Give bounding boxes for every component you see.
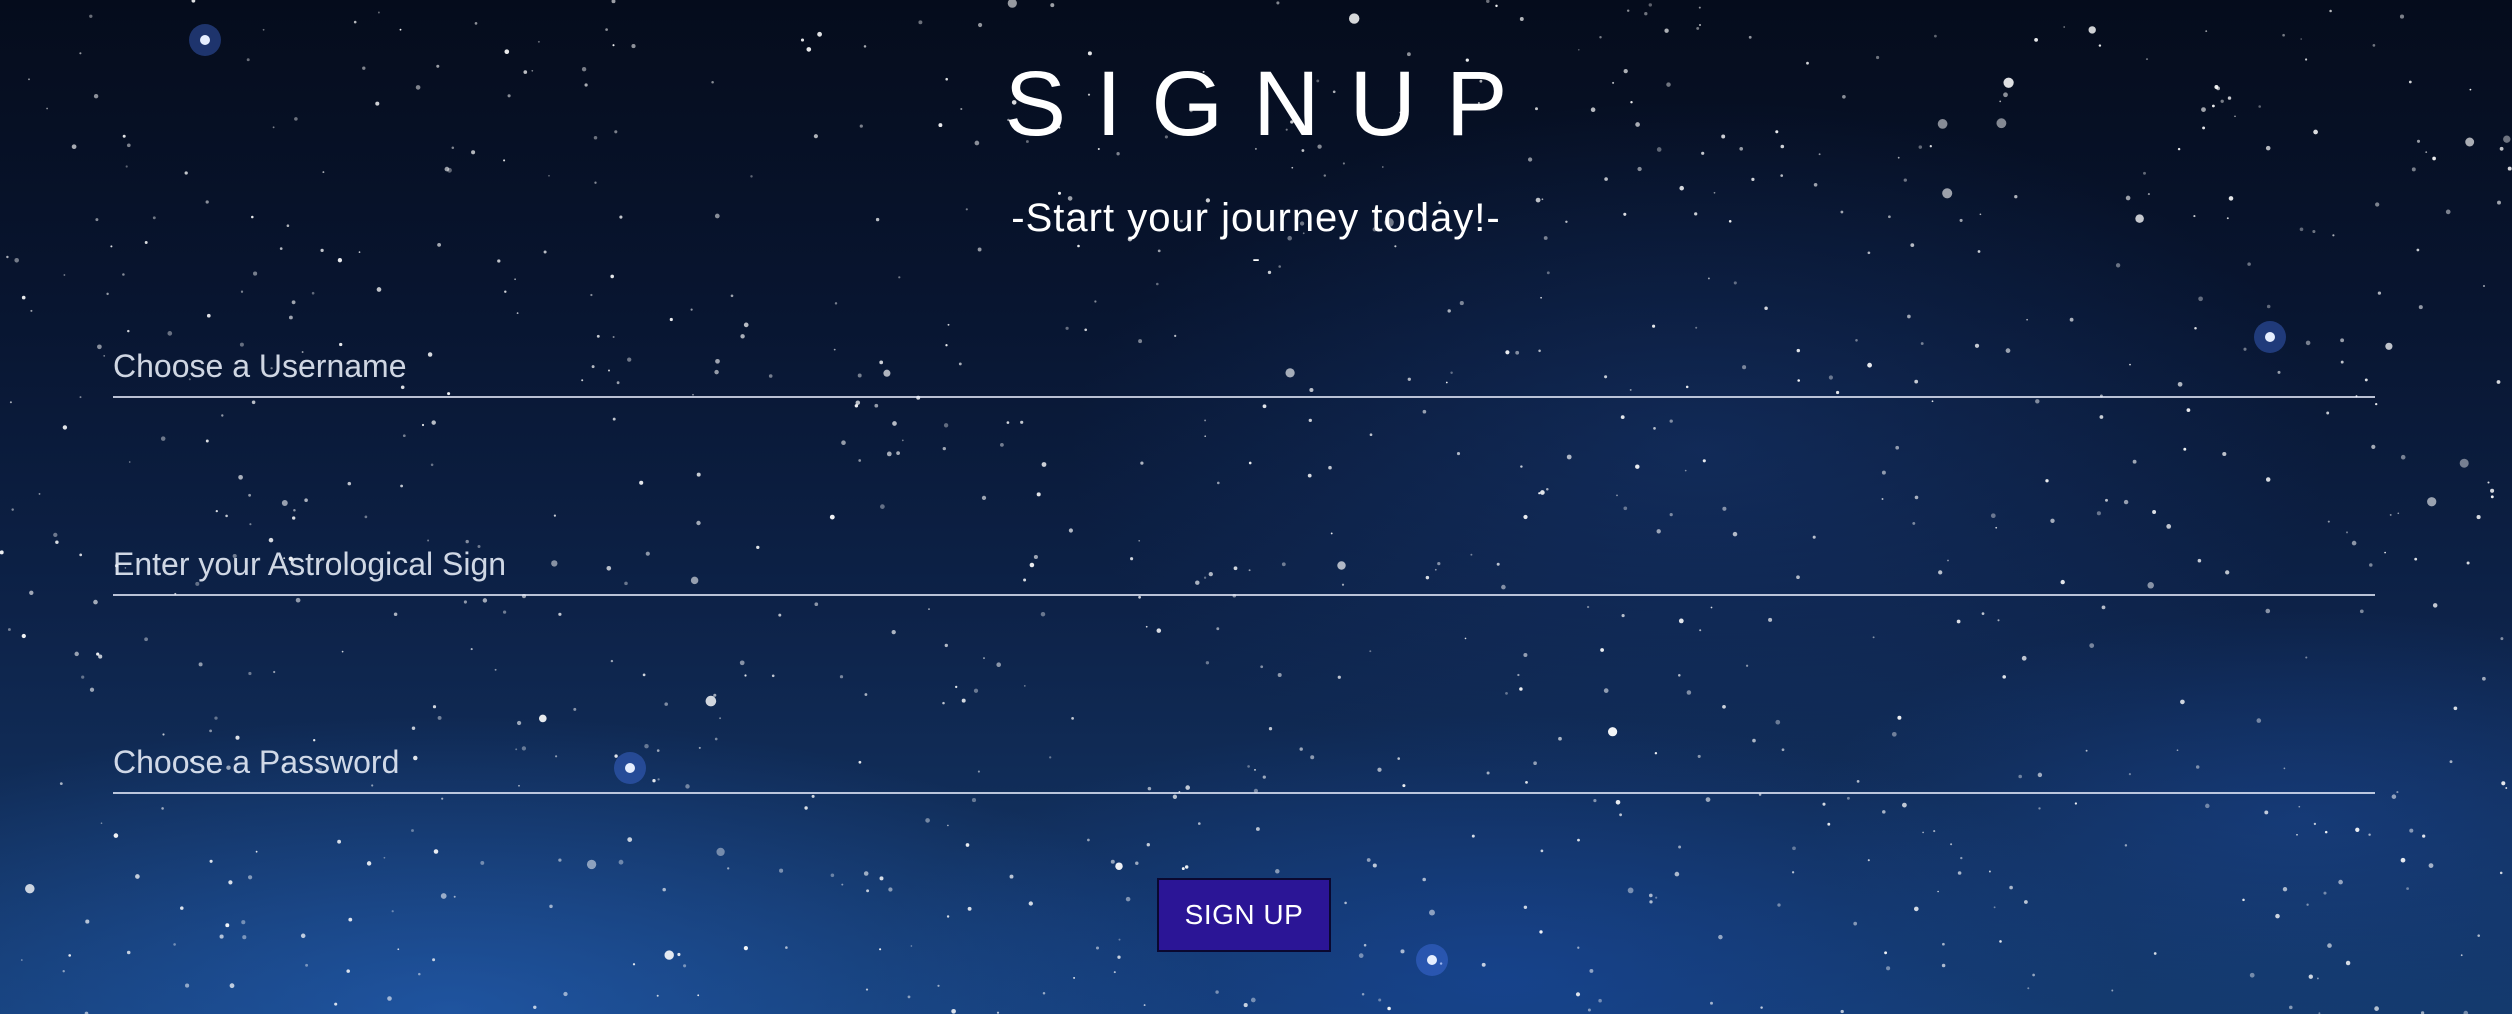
page-title: SIGNUP bbox=[1004, 53, 1538, 155]
password-field-container bbox=[113, 732, 2375, 794]
username-input[interactable] bbox=[113, 336, 2375, 396]
astrological-sign-input[interactable] bbox=[113, 534, 2375, 594]
username-field-container bbox=[113, 336, 2375, 398]
signup-button[interactable]: SIGN UP bbox=[1157, 878, 1331, 952]
password-input[interactable] bbox=[113, 732, 2375, 792]
astrological-sign-field-container bbox=[113, 534, 2375, 596]
subtitle-trailing-dash: - bbox=[1252, 246, 1260, 271]
signup-page: SIGNUP -Start your journey today!- - SIG… bbox=[0, 0, 2512, 1014]
page-subtitle: -Start your journey today!- bbox=[1011, 196, 1501, 240]
